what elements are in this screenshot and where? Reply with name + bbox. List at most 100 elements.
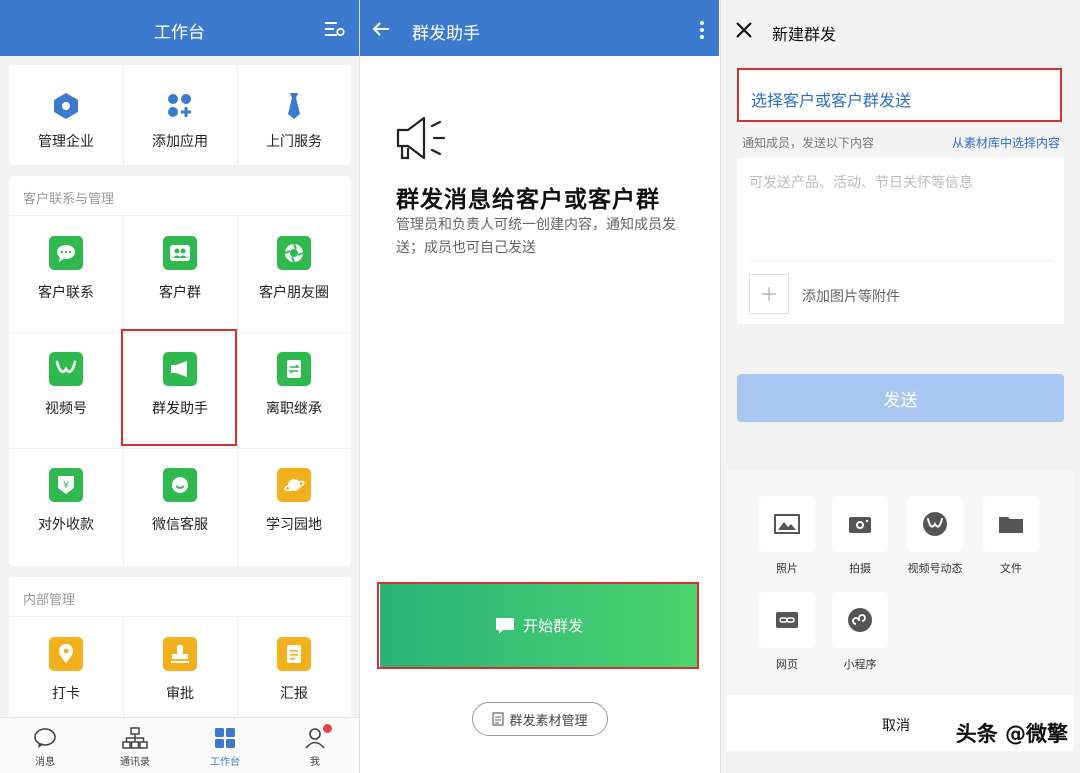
attach-webpage[interactable]: 网页 <box>756 592 818 672</box>
external-payment-item[interactable]: ¥ 对外收款 <box>9 468 123 534</box>
select-recipients-label: 选择客户或客户群发送 <box>751 91 912 110</box>
customer-group-label: 客户群 <box>159 285 201 301</box>
customer-moments-item[interactable]: 客户朋友圈 <box>237 236 351 302</box>
approval-label: 审批 <box>166 686 194 702</box>
report-label: 汇报 <box>280 686 308 702</box>
back-arrow-icon[interactable] <box>372 21 390 37</box>
checkin-label: 打卡 <box>52 686 80 702</box>
notice-text: 通知成员，发送以下内容 <box>742 136 875 150</box>
resignation-inherit-item[interactable]: 离职继承 <box>237 352 351 418</box>
bottom-tab-bar: 消息 通讯录 工作台 我 <box>0 717 359 773</box>
tab-workbench-label: 工作台 <box>210 757 240 768</box>
service-chat-icon <box>163 468 197 502</box>
content-input[interactable]: 可发送产品、活动、节日关怀等信息 <box>749 172 973 192</box>
svg-text:¥: ¥ <box>63 480 69 491</box>
highlight-mass-message-assistant <box>121 329 237 446</box>
channels-icon <box>49 352 83 386</box>
tab-messages[interactable]: 消息 <box>15 726 75 768</box>
channels-item[interactable]: 视频号 <box>9 352 123 418</box>
add-apps-icon <box>163 89 197 123</box>
customer-contact-label: 客户联系 <box>38 285 94 301</box>
attach-file[interactable]: 文件 <box>980 496 1042 576</box>
external-payment-label: 对外收款 <box>38 517 94 533</box>
onsite-service-label: 上门服务 <box>266 134 322 150</box>
attach-webpage-label: 网页 <box>776 658 798 671</box>
attach-file-label: 文件 <box>1000 562 1022 575</box>
tab-workbench[interactable]: 工作台 <box>195 726 255 768</box>
mass-message-title: 群发助手 <box>412 24 480 44</box>
hexagon-icon <box>49 89 83 123</box>
workbench-header: 工作台 <box>0 0 359 56</box>
mini-program-icon <box>848 608 872 632</box>
onsite-service-item[interactable]: 上门服务 <box>237 89 351 151</box>
tab-contacts-label: 通讯录 <box>120 757 150 768</box>
notification-dot <box>323 724 332 733</box>
more-vertical-icon[interactable] <box>699 20 705 40</box>
tab-messages-label: 消息 <box>35 757 55 768</box>
org-chart-icon <box>122 727 148 749</box>
wechat-service-item[interactable]: 微信客服 <box>123 468 237 534</box>
mass-message-header: 群发助手 <box>360 0 719 56</box>
location-pin-icon <box>49 637 83 671</box>
add-app-item[interactable]: 添加应用 <box>123 89 237 151</box>
wechat-service-label: 微信客服 <box>152 517 208 533</box>
internal-section-title: 内部管理 <box>9 577 351 617</box>
message-bubble-icon <box>34 728 56 748</box>
library-link[interactable]: 从素材库中选择内容 <box>952 134 1060 151</box>
grid-icon <box>215 728 235 748</box>
tab-contacts[interactable]: 通讯录 <box>105 726 165 768</box>
chat-bubble-icon <box>49 236 83 270</box>
planet-icon <box>277 468 311 502</box>
folder-icon <box>999 517 1023 533</box>
attach-channels-post[interactable]: 视频号动态 <box>904 496 966 576</box>
customer-contact-item[interactable]: 客户联系 <box>9 236 123 302</box>
learning-garden-item[interactable]: 学习园地 <box>237 468 351 534</box>
highlight-start-button <box>377 582 699 669</box>
attach-camera[interactable]: 拍摄 <box>829 496 891 576</box>
manage-enterprise-label: 管理企业 <box>38 134 94 150</box>
attach-photo[interactable]: 照片 <box>756 496 818 576</box>
attach-mini-program-label: 小程序 <box>843 658 877 671</box>
close-icon[interactable] <box>735 21 753 39</box>
customer-section-title: 客户联系与管理 <box>9 176 351 216</box>
attach-camera-label: 拍摄 <box>849 562 871 575</box>
watermark: 头条 @微擎 <box>955 722 1068 746</box>
necktie-icon <box>277 89 311 123</box>
tab-me-label: 我 <box>310 757 320 768</box>
tab-me[interactable]: 我 <box>285 724 345 768</box>
yen-shield-icon: ¥ <box>49 468 83 502</box>
customer-group-item[interactable]: 客户群 <box>123 236 237 302</box>
mass-message-heading: 群发消息给客户或客户群 <box>396 187 660 213</box>
transfer-doc-icon <box>277 352 311 386</box>
camera-icon <box>849 517 871 533</box>
link-icon <box>776 612 798 628</box>
material-management-button[interactable]: 群发素材管理 <box>472 702 608 736</box>
new-mass-message-header: 新建群发 <box>721 0 1080 56</box>
resignation-inherit-label: 离职继承 <box>266 401 322 417</box>
stamp-icon <box>163 637 197 671</box>
image-icon <box>774 514 800 534</box>
workbench-title: 工作台 <box>154 23 205 43</box>
checkin-item[interactable]: 打卡 <box>9 637 123 703</box>
attach-channels-post-label: 视频号动态 <box>907 562 963 575</box>
attach-mini-program[interactable]: 小程序 <box>829 592 891 672</box>
select-recipients-field[interactable]: 选择客户或客户群发送 <box>737 68 1062 122</box>
add-app-label: 添加应用 <box>152 134 208 150</box>
manage-enterprise-item[interactable]: 管理企业 <box>9 89 123 151</box>
settings-list-icon[interactable] <box>325 20 345 38</box>
add-attachment-plus-icon[interactable] <box>749 274 789 314</box>
add-attachment-label[interactable]: 添加图片等附件 <box>802 286 900 306</box>
report-doc-icon <box>277 637 311 671</box>
new-mass-message-panel: 新建群发 选择客户或客户群发送 通知成员，发送以下内容 从素材库中选择内容 可发… <box>721 0 1080 773</box>
cancel-button[interactable]: 取消 <box>882 715 910 735</box>
channels-circle-icon <box>923 512 947 536</box>
learning-garden-label: 学习园地 <box>266 517 322 533</box>
internal-section-card: 内部管理 打卡 审批 汇报 <box>9 577 351 737</box>
approval-item[interactable]: 审批 <box>123 637 237 703</box>
speaker-icon <box>396 116 446 160</box>
customer-moments-label: 客户朋友圈 <box>259 285 329 301</box>
mass-message-description: 管理员和负责人可统一创建内容，通知成员发送；成员也可自己发送 <box>396 217 676 256</box>
material-management-label: 群发素材管理 <box>509 713 588 729</box>
report-item[interactable]: 汇报 <box>237 637 351 703</box>
send-button[interactable]: 发送 <box>737 374 1064 422</box>
